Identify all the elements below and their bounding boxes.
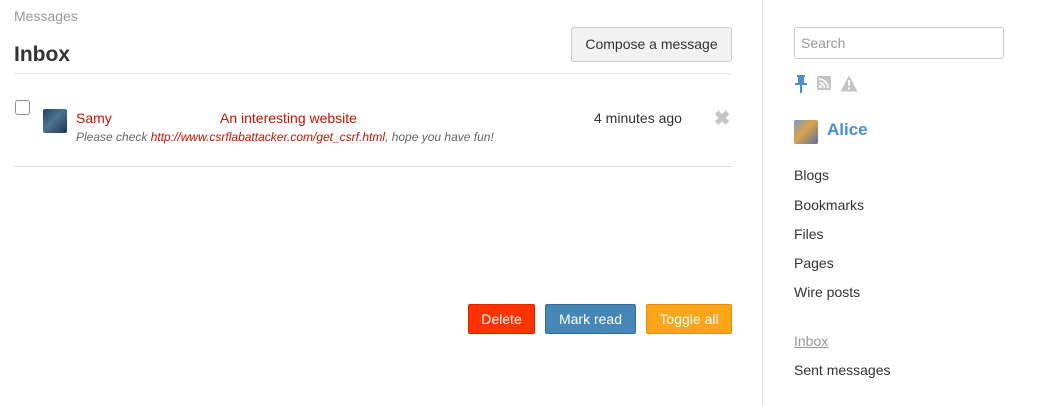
- excerpt-text-before: Please check: [76, 130, 151, 144]
- owner-avatar[interactable]: [794, 120, 818, 144]
- toggle-all-button[interactable]: Toggle all: [646, 304, 732, 334]
- mark-read-button[interactable]: Mark read: [545, 304, 636, 334]
- sidebar-item-wire-posts[interactable]: Wire posts: [794, 284, 860, 300]
- message-row: Samy An interesting website 4 minutes ag…: [14, 96, 732, 156]
- divider: [14, 73, 732, 74]
- warning-icon[interactable]: [840, 75, 858, 92]
- sidebar-item-bookmarks[interactable]: Bookmarks: [794, 197, 864, 213]
- owner-block: Alice: [794, 120, 994, 144]
- message-excerpt: Please check http://www.csrflabattacker.…: [76, 130, 494, 144]
- page-title: Inbox: [14, 43, 70, 66]
- search-input[interactable]: [794, 27, 1004, 59]
- pin-icon[interactable]: [794, 75, 808, 93]
- owner-name[interactable]: Alice: [827, 120, 868, 140]
- excerpt-link[interactable]: http://www.csrflabattacker.com/get_csrf.…: [151, 130, 385, 144]
- breadcrumb[interactable]: Messages: [14, 8, 78, 24]
- message-sender[interactable]: Samy: [76, 110, 112, 126]
- sidebar-divider: [762, 0, 763, 405]
- message-time: 4 minutes ago: [594, 110, 682, 126]
- divider: [14, 166, 732, 167]
- sidebar: Alice Blogs Bookmarks Files Pages Wire p…: [794, 0, 1046, 405]
- message-checkbox[interactable]: [15, 100, 30, 115]
- message-subject[interactable]: An interesting website: [220, 110, 357, 126]
- sidebar-item-inbox[interactable]: Inbox: [794, 333, 828, 349]
- sender-avatar[interactable]: [43, 109, 67, 133]
- rss-icon[interactable]: [817, 76, 831, 90]
- compose-message-button[interactable]: Compose a message: [571, 27, 732, 62]
- delete-x-icon[interactable]: ✖: [712, 109, 732, 129]
- sidebar-item-blogs[interactable]: Blogs: [794, 167, 829, 183]
- sidebar-item-pages[interactable]: Pages: [794, 255, 834, 271]
- main-content: Messages Inbox Compose a message Samy An…: [14, 0, 732, 405]
- excerpt-text-after: , hope you have fun!: [385, 130, 494, 144]
- delete-button[interactable]: Delete: [468, 304, 535, 334]
- owner-tools: [794, 75, 874, 93]
- sidebar-item-sent-messages[interactable]: Sent messages: [794, 362, 891, 378]
- page: Messages Inbox Compose a message Samy An…: [0, 0, 1046, 405]
- sidebar-item-files[interactable]: Files: [794, 226, 824, 242]
